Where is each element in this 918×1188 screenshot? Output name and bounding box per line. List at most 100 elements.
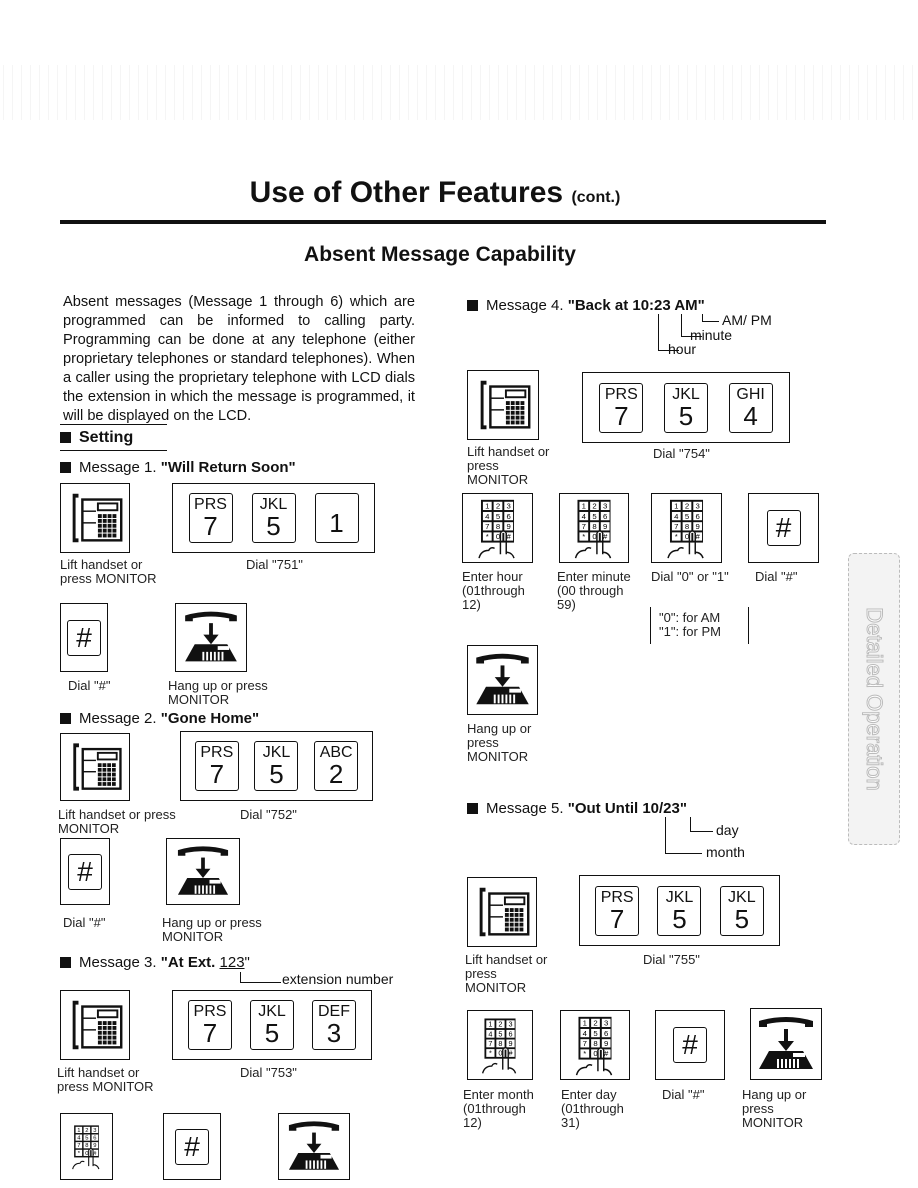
svg-text:*: * (675, 532, 678, 541)
step-label: Hang up or press MONITOR (467, 721, 532, 764)
page-title: Use of Other Features (cont.) (0, 176, 870, 210)
svg-text:4: 4 (488, 1029, 492, 1038)
hash-key-icon: # (60, 838, 110, 905)
key-number: 7 (202, 1018, 218, 1048)
dial-key: PRS 7 (188, 493, 233, 543)
phone-graphic (72, 493, 123, 543)
svg-text:1: 1 (488, 1020, 492, 1029)
step-label: Dial "751" (246, 557, 303, 572)
key-number: 5 (266, 511, 281, 541)
svg-text:3: 3 (93, 1128, 96, 1134)
hash-key-icon: # (163, 1113, 221, 1180)
svg-text:7: 7 (77, 1143, 80, 1149)
keypad-icon: 1 2 3 4 5 6 7 8 9 * 0 # (467, 1010, 533, 1080)
hang-up-graphic (476, 653, 529, 705)
pm-note: "1": for PM (659, 624, 721, 639)
svg-text:#: # (603, 532, 608, 541)
setting-label: Setting (79, 429, 134, 446)
key-number: 5 (672, 903, 687, 934)
step-label: Dial "754" (653, 446, 710, 461)
dial-key: JKL 5 (663, 382, 708, 433)
svg-text:8: 8 (496, 522, 500, 531)
step-label: Dial "753" (240, 1065, 297, 1080)
svg-text:0: 0 (85, 1151, 88, 1157)
svg-text:5: 5 (592, 512, 596, 521)
svg-text:*: * (489, 1049, 492, 1058)
svg-text:6: 6 (696, 512, 700, 521)
svg-text:7: 7 (488, 1039, 492, 1048)
heading-close-quote: " (244, 954, 250, 971)
svg-text:3: 3 (604, 1019, 608, 1028)
svg-text:1: 1 (583, 1019, 587, 1028)
step-label: Dial "755" (643, 952, 700, 967)
svg-text:0: 0 (498, 1049, 502, 1058)
heading-message: "Gone Home" (160, 710, 260, 727)
svg-text:7: 7 (582, 522, 586, 531)
svg-text:1: 1 (77, 1128, 80, 1134)
dial-key: PRS 7 (194, 741, 239, 791)
svg-text:9: 9 (603, 522, 607, 531)
dial-key: JKL 5 (251, 493, 296, 543)
keypad-graphic: 1 2 34 5 67 8 9* 0 # (72, 1125, 100, 1170)
svg-text:3: 3 (508, 1020, 512, 1029)
heading-prefix: Message 1. (79, 459, 161, 476)
manual-page: Use of Other Features (cont.) Absent Mes… (0, 0, 918, 1188)
heading-message: "Back at 10:23 AM" (567, 297, 705, 314)
svg-text:7: 7 (583, 1039, 587, 1048)
annotation-line (240, 972, 281, 983)
dial-key: JKL 5 (657, 885, 702, 936)
annotation-label: day (716, 822, 739, 838)
dial-key: 1 (314, 493, 359, 543)
hang-up-icon (166, 838, 240, 905)
keypad-icon: 1 2 3 4 5 6 7 8 9 * 0 # (651, 493, 722, 563)
lift-handset-icon (60, 733, 130, 801)
keypad-graphic: 1 2 34 5 67 8 9* 0 # (575, 1016, 613, 1076)
step-label: Hang up or press MONITOR (162, 915, 262, 944)
svg-text:5: 5 (593, 1029, 597, 1038)
svg-text:5: 5 (85, 1136, 88, 1142)
svg-text:#: # (507, 532, 512, 541)
scan-noise (0, 65, 918, 120)
step-label: Dial "0" or "1" (651, 569, 729, 584)
hang-up-icon (278, 1113, 350, 1180)
dial-key: PRS 7 (599, 382, 644, 433)
svg-text:9: 9 (93, 1143, 96, 1149)
step-label: Dial "#" (68, 678, 111, 693)
hash-key: # (68, 853, 102, 890)
svg-text:5: 5 (498, 1029, 502, 1038)
hash-key-icon: # (60, 603, 108, 672)
dial-keys: PRS 7 JKL 5 ABC 2 (180, 731, 373, 801)
svg-text:1: 1 (674, 502, 678, 511)
key-number: 7 (203, 511, 218, 541)
svg-text:4: 4 (582, 512, 587, 521)
svg-text:2: 2 (685, 502, 689, 511)
svg-text:2: 2 (593, 1019, 597, 1028)
key-number: 1 (329, 508, 344, 538)
svg-text:8: 8 (85, 1143, 88, 1149)
dial-key: JKL 5 (254, 741, 299, 791)
step-label: Dial "#" (755, 569, 798, 584)
hash-key: # (67, 619, 101, 656)
step-label: Enter day (01through 31) (561, 1087, 624, 1130)
title-text: Use of Other Features (249, 176, 564, 209)
step-label: Lift handset or press MONITOR (467, 444, 550, 487)
annotation-label: AM/ PM (722, 312, 772, 328)
phone-graphic (72, 1000, 123, 1050)
lift-handset-icon (467, 877, 537, 947)
key-number: 5 (734, 903, 750, 934)
svg-text:8: 8 (593, 1039, 597, 1048)
keypad-icon: 1 2 3 4 5 6 7 8 9 * 0 # (60, 1113, 113, 1180)
side-tab[interactable]: Detailed Operation (848, 553, 900, 845)
svg-text:7: 7 (485, 522, 489, 531)
annotation-line (702, 314, 719, 322)
svg-text:6: 6 (508, 1029, 512, 1038)
step-label: Hang up or press MONITOR (168, 678, 268, 707)
side-tab-label: Detailed Operation (862, 607, 888, 791)
message-5-heading: Message 5. "Out Until 10/23" (467, 800, 687, 817)
heading-message: "Out Until 10/23" (567, 800, 687, 817)
svg-text:6: 6 (604, 1029, 608, 1038)
phone-graphic (479, 887, 530, 937)
svg-text:3: 3 (603, 502, 607, 511)
am-pm-bracket: "0": for AM "1": for PM (650, 607, 749, 644)
hang-up-graphic (759, 1017, 813, 1069)
